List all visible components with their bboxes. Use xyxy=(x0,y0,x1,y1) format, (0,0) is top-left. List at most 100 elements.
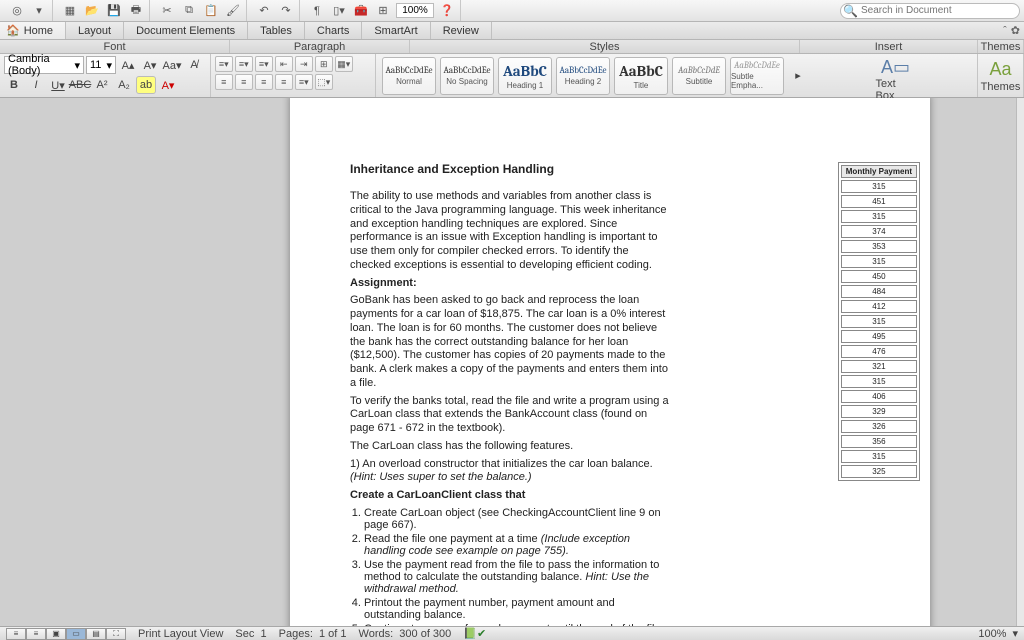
tab-document-elements[interactable]: Document Elements xyxy=(124,22,248,39)
office-menu-icon[interactable]: ◎ xyxy=(8,2,26,20)
document-body[interactable]: Inheritance and Exception Handling The a… xyxy=(350,162,870,626)
undo-icon[interactable]: ↶ xyxy=(255,2,273,20)
document-page: Inheritance and Exception Handling The a… xyxy=(290,98,930,626)
font-color-button[interactable]: A▾ xyxy=(158,76,178,94)
status-pages: Pages: 1 of 1 xyxy=(279,628,347,640)
doc-list: Create CarLoan object (see CheckingAccou… xyxy=(350,507,670,626)
font-size-combo[interactable]: 11▾ xyxy=(86,56,116,74)
search-input[interactable] xyxy=(840,3,1020,19)
justify-button[interactable]: ≡ xyxy=(275,74,293,90)
format-painter-icon[interactable]: 🖌 xyxy=(224,2,242,20)
table-cell: 329 xyxy=(841,405,917,418)
spellcheck-icon[interactable]: 📗✔ xyxy=(463,627,486,640)
change-case-icon[interactable]: Aa▾ xyxy=(162,56,182,74)
style-normal[interactable]: AaBbCcDdEeNormal xyxy=(382,57,436,95)
align-left-button[interactable]: ≡ xyxy=(215,74,233,90)
sidebar-icon[interactable]: ▯▾ xyxy=(330,2,348,20)
toolbox-icon[interactable]: 🧰 xyxy=(352,2,370,20)
redo-icon[interactable]: ↷ xyxy=(277,2,295,20)
view-notebook-button[interactable]: ▤ xyxy=(86,628,106,640)
paste-icon[interactable]: 📋 xyxy=(202,2,220,20)
view-print-layout-button[interactable]: ▭ xyxy=(66,628,86,640)
underline-button[interactable]: U▾ xyxy=(48,76,68,94)
new-icon[interactable]: ▦ xyxy=(61,2,79,20)
help-icon[interactable]: ❓ xyxy=(438,2,456,20)
align-center-button[interactable]: ≡ xyxy=(235,74,253,90)
pilcrow-icon[interactable]: ¶ xyxy=(308,2,326,20)
style-title[interactable]: AaBbCTitle xyxy=(614,57,668,95)
copy-icon[interactable]: ⧉ xyxy=(180,2,198,20)
tab-review[interactable]: Review xyxy=(431,22,492,39)
font-name-combo[interactable]: Cambria (Body)▾ xyxy=(4,56,84,74)
print-icon[interactable]: 🖶 xyxy=(127,2,145,20)
clear-formatting-icon[interactable]: A̸ xyxy=(184,56,204,74)
highlight-color-button[interactable]: ab xyxy=(136,76,156,94)
style-subtle-emphasis[interactable]: AaBbCcDdEeSubtle Empha... xyxy=(730,57,784,95)
increase-indent-button[interactable]: ⇥ xyxy=(295,56,313,72)
numbering-button[interactable]: ≡▾ xyxy=(235,56,253,72)
doc-title: Inheritance and Exception Handling xyxy=(350,162,870,176)
style-subtitle[interactable]: AaBbCcDdESubtitle xyxy=(672,57,726,95)
table-cell: 325 xyxy=(841,465,917,478)
group-insert-label: Insert xyxy=(800,40,978,53)
tab-home[interactable]: 🏠Home xyxy=(0,22,66,39)
view-fullscreen-button[interactable]: ⛶ xyxy=(106,628,126,640)
tab-tables[interactable]: Tables xyxy=(248,22,305,39)
ribbon-settings-icon[interactable]: ✿ xyxy=(1011,24,1020,37)
open-icon[interactable]: 📂 xyxy=(83,2,101,20)
tab-charts[interactable]: Charts xyxy=(305,22,362,39)
multilevel-button[interactable]: ≡▾ xyxy=(255,56,273,72)
font-size-value: 11 xyxy=(90,59,101,71)
dropdown-icon[interactable]: ▾ xyxy=(30,2,48,20)
cut-icon[interactable]: ✂ xyxy=(158,2,176,20)
table-cell: 406 xyxy=(841,390,917,403)
view-outline-button[interactable]: ≡ xyxy=(26,628,46,640)
collapse-ribbon-icon[interactable]: ˆ xyxy=(1003,25,1007,37)
line-spacing-button[interactable]: ≡▾ xyxy=(295,74,313,90)
themes-button[interactable]: AaThemes xyxy=(981,59,1021,93)
table-cell: 450 xyxy=(841,270,917,283)
styles-group: AaBbCcDdEeNormal AaBbCcDdEeNo Spacing Aa… xyxy=(376,54,814,97)
quick-access-toolbar: ◎ ▾ ▦ 📂 💾 🖶 ✂ ⧉ 📋 🖌 ↶ ↷ ¶ ▯▾ 🧰 ⊞ 100% ❓ … xyxy=(0,0,1024,22)
grow-font-icon[interactable]: A▴ xyxy=(118,56,138,74)
view-publishing-button[interactable]: ▣ xyxy=(46,628,66,640)
style-heading-2[interactable]: AaBbCcDdEeHeading 2 xyxy=(556,57,610,95)
table-cell: 356 xyxy=(841,435,917,448)
bullets-button[interactable]: ≡▾ xyxy=(215,56,233,72)
ribbon-tabs: 🏠Home Layout Document Elements Tables Ch… xyxy=(0,22,1024,40)
table-cell: 315 xyxy=(841,210,917,223)
sort-button[interactable]: ⊞ xyxy=(315,56,333,72)
zoom-out-icon[interactable]: ▾ xyxy=(1012,627,1018,640)
style-heading-1[interactable]: AaBbCHeading 1 xyxy=(498,57,552,95)
subscript-button[interactable]: A₂ xyxy=(114,76,134,94)
search-icon: 🔍 xyxy=(843,4,858,18)
styles-more-button[interactable]: ▸ xyxy=(788,67,808,85)
view-draft-button[interactable]: ≡ xyxy=(6,628,26,640)
table-button[interactable]: ▦▾ xyxy=(335,56,353,72)
status-zoom[interactable]: 100% xyxy=(978,628,1006,640)
superscript-button[interactable]: A² xyxy=(92,76,112,94)
strikethrough-button[interactable]: ABC xyxy=(70,76,90,94)
shading-button[interactable]: ⬚▾ xyxy=(315,74,333,90)
doc-list-item: Printout the payment number, payment amo… xyxy=(364,597,670,621)
insert-textbox[interactable]: A▭Text Box xyxy=(875,56,915,102)
decrease-indent-button[interactable]: ⇤ xyxy=(275,56,293,72)
table-cell: 374 xyxy=(841,225,917,238)
table-cell: 315 xyxy=(841,375,917,388)
save-icon[interactable]: 💾 xyxy=(105,2,123,20)
zoom-combo[interactable]: 100% xyxy=(396,3,434,18)
italic-button[interactable]: I xyxy=(26,76,46,94)
doc-list-item: Read the file one payment at a time (Inc… xyxy=(364,533,670,557)
tab-smartart[interactable]: SmartArt xyxy=(362,22,430,39)
shrink-font-icon[interactable]: A▾ xyxy=(140,56,160,74)
gallery-icon[interactable]: ⊞ xyxy=(374,2,392,20)
table-cell: 495 xyxy=(841,330,917,343)
document-canvas[interactable]: Inheritance and Exception Handling The a… xyxy=(0,98,1016,626)
align-right-button[interactable]: ≡ xyxy=(255,74,273,90)
tab-layout[interactable]: Layout xyxy=(66,22,124,39)
table-cell: 451 xyxy=(841,195,917,208)
vertical-scrollbar[interactable] xyxy=(1016,98,1024,626)
style-no-spacing[interactable]: AaBbCcDdEeNo Spacing xyxy=(440,57,494,95)
bold-button[interactable]: B xyxy=(4,76,24,94)
table-cell: 353 xyxy=(841,240,917,253)
